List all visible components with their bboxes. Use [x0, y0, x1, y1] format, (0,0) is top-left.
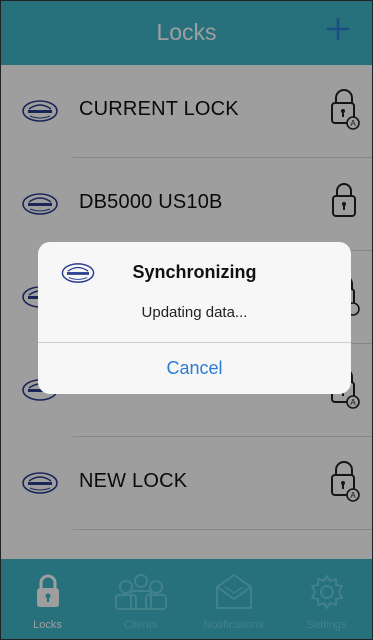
app-frame: Locks CURRENT LOCK A DB5000 US10B A NEW … — [0, 0, 373, 640]
cancel-button[interactable]: Cancel — [38, 343, 351, 394]
dialog-message: Updating data... — [141, 304, 248, 321]
dialog-title: Synchronizing — [132, 262, 257, 282]
sync-dialog: Synchronizing Updating data... Cancel — [38, 242, 351, 394]
